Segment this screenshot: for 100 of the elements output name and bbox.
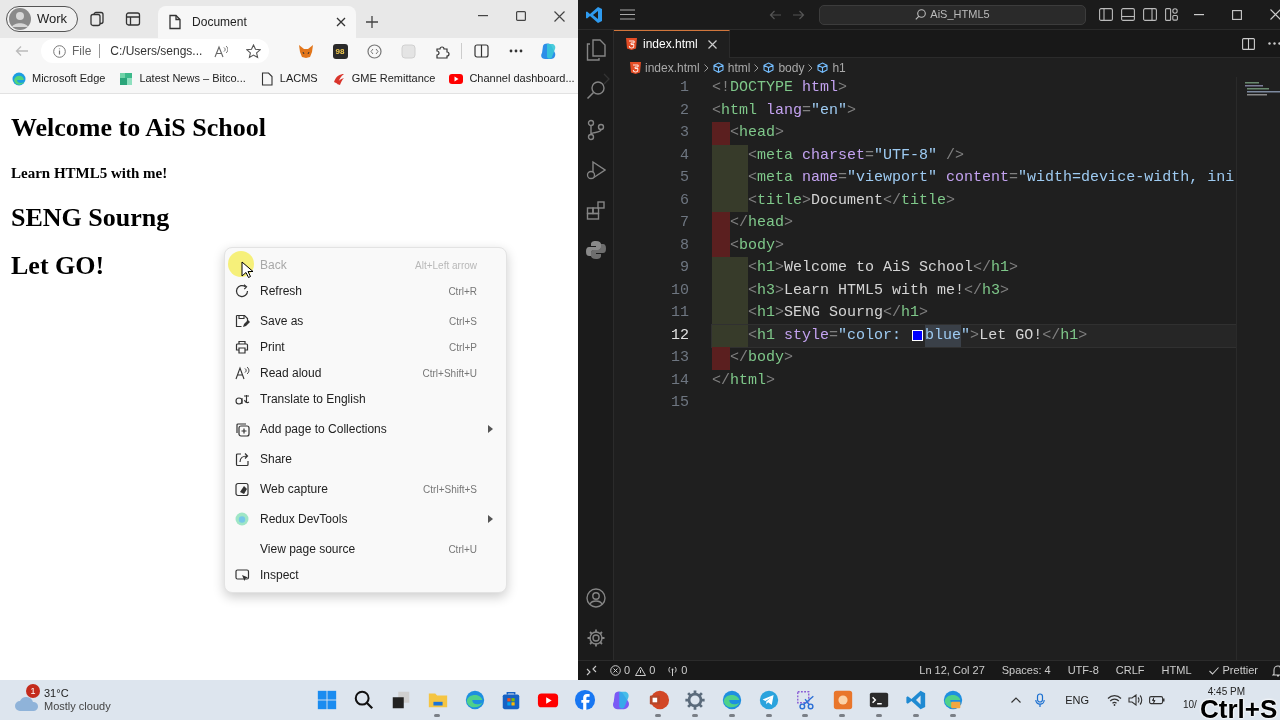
menu-item[interactable]: Print Ctrl+P (225, 334, 506, 360)
sidebar-right-icon (1143, 8, 1157, 21)
bookmark-link[interactable]: LACMS (259, 70, 318, 87)
address-scheme: File (72, 44, 101, 58)
status-item[interactable]: HTML (1161, 662, 1192, 679)
menu-item[interactable]: Share (225, 446, 506, 472)
read-aloud-icon (235, 365, 250, 381)
search-icon (353, 689, 376, 711)
refresh-icon (235, 283, 250, 299)
code-text: <h3>Learn HTML5 with me!</h3> (748, 280, 1010, 301)
clock-date[interactable]: 10/ (1183, 698, 1197, 711)
tab-title: Document (192, 14, 248, 31)
bookmark-link[interactable]: GME Remittance (331, 70, 436, 87)
page-heading: Let GO! (11, 251, 105, 280)
menu-item[interactable]: Save as Ctrl+S (225, 308, 506, 334)
info-icon (53, 44, 66, 58)
page-subheading: Learn HTML5 with me! (11, 165, 168, 181)
clock-time[interactable]: 4:45 PM (1207, 685, 1245, 698)
profile-button[interactable]: Work (6, 6, 79, 32)
editor-tab[interactable]: index.html (614, 29, 730, 58)
back-arrow-icon (769, 9, 782, 20)
browser-tab[interactable]: Document (158, 6, 357, 38)
menu-item[interactable]: Inspect (225, 562, 506, 588)
notification-badge: 1 (26, 684, 40, 698)
more-icon (509, 49, 523, 53)
code-text: <!DOCTYPE html> (712, 78, 848, 98)
python-button[interactable] (583, 238, 608, 262)
breadcrumb-item[interactable]: html (712, 58, 751, 77)
ports-count: 0 (681, 663, 688, 679)
breadcrumb-item[interactable]: body (763, 58, 805, 77)
status-item[interactable]: Spaces: 4 (1001, 662, 1051, 679)
collections-icon (235, 421, 250, 437)
layout-grid-icon (1165, 8, 1179, 21)
problems-button[interactable]: 0 0 (610, 662, 656, 679)
bookmark-link[interactable]: Channel dashboard... (449, 70, 575, 87)
panel-bottom-icon (1121, 8, 1135, 21)
printer-icon (235, 339, 250, 355)
breadcrumb-item[interactable]: h1 (817, 58, 846, 77)
shortcut-hint: Ctrl+U (448, 542, 477, 557)
puzzle-icon (434, 43, 450, 59)
ports-button[interactable]: 0 (667, 662, 688, 679)
cursor-icon (241, 261, 253, 279)
layout-button[interactable] (1120, 6, 1136, 23)
ribbon-icon (905, 689, 928, 711)
line-number: 11 (671, 303, 689, 323)
layout-button[interactable] (1142, 6, 1158, 23)
line-number: 15 (671, 393, 689, 413)
line-number: 14 (671, 370, 689, 391)
swoosh-icon (331, 71, 346, 86)
edge-icon (12, 71, 26, 86)
check-icon (1208, 666, 1219, 675)
read-aloud-icon (214, 44, 229, 58)
pixel-icon (119, 71, 134, 86)
paper-plane-icon (757, 689, 780, 711)
bookmark-link[interactable]: Microsoft Edge (12, 70, 106, 87)
indent-guide (712, 302, 748, 325)
address-url: C:/Users/sengs... (110, 43, 203, 60)
breadcrumb-item[interactable]: index.html (630, 58, 700, 77)
extension-button[interactable]: 98 (323, 39, 357, 63)
menu-item[interactable]: Refresh Ctrl+R (225, 278, 506, 304)
menu-item[interactable]: Web capture Ctrl+Shift+S (225, 476, 506, 502)
fox-icon (298, 43, 314, 59)
weather-widget[interactable]: 1 31°C Mostly cloudy (14, 682, 117, 718)
menu-item[interactable]: Translate to English (225, 386, 506, 412)
menu-item[interactable]: View page source Ctrl+U (225, 536, 506, 562)
formatter-status[interactable]: Prettier (1208, 662, 1258, 679)
vscode-logo-icon (585, 5, 603, 24)
menu-item[interactable]: Add page to Collections (225, 416, 506, 442)
status-item[interactable]: UTF-8 (1067, 662, 1099, 679)
address-bar[interactable]: File C:/Users/sengs... (41, 39, 269, 63)
document-icon (168, 14, 183, 30)
accounts-button[interactable] (583, 586, 608, 610)
line-number: 3 (680, 123, 689, 143)
error-count: 0 (624, 663, 631, 679)
line-number: 1 (680, 78, 689, 98)
remote-icon (585, 665, 597, 676)
command-center-search[interactable]: AiS_HTML5 (819, 4, 1086, 25)
code-text: <h1 style="color: (748, 325, 903, 346)
chevron-up-icon (1011, 697, 1022, 703)
code-text: blue">Let GO!</h1> (925, 324, 1088, 347)
chevron-right-icon (808, 63, 814, 72)
line-number: 9 (680, 258, 689, 278)
forward-arrow-icon (792, 9, 805, 20)
shortcut-hint: Ctrl+S (448, 314, 477, 329)
bookmark-link[interactable]: Latest News – Bitco... (119, 70, 246, 87)
menu-item[interactable]: Redux DevTools (225, 506, 506, 532)
branch-icon (586, 119, 605, 141)
status-item[interactable]: CRLF (1115, 662, 1145, 679)
status-item[interactable]: Ln 12, Col 27 (919, 662, 985, 679)
color-swatch[interactable] (912, 330, 924, 342)
files-icon (585, 39, 606, 61)
menu-item[interactable]: Read aloud Ctrl+Shift+U (225, 360, 506, 386)
layout-button[interactable] (1098, 6, 1114, 23)
shortcut-hint: Ctrl+R (448, 284, 477, 299)
layout-button[interactable] (1164, 6, 1180, 23)
input-language[interactable]: ENG (1065, 691, 1089, 709)
weather-condition: Mostly cloudy (44, 700, 111, 713)
cube-icon (817, 62, 829, 73)
globe-swirl-icon (941, 689, 964, 711)
slides-icon (647, 689, 670, 711)
